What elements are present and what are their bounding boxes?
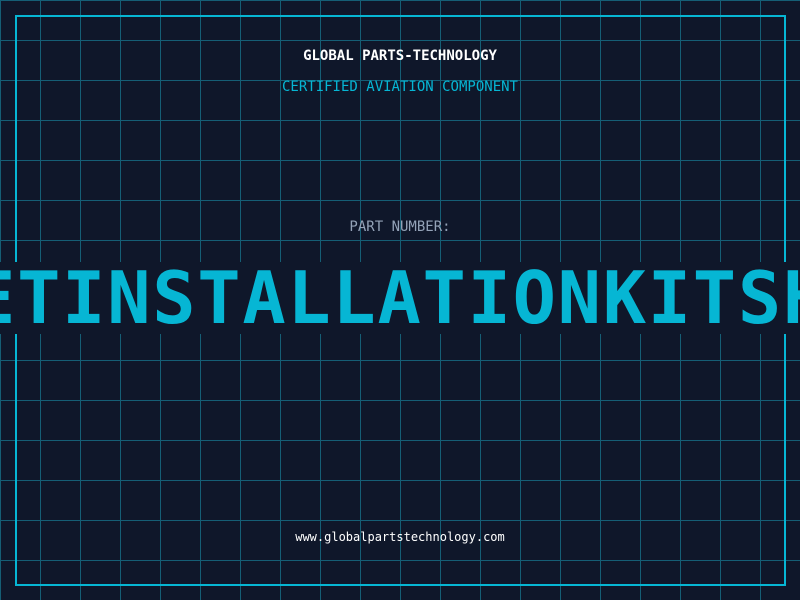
- part-number-band: ETINSTALLATIONKITSH: [0, 262, 800, 334]
- certification-subtitle: CERTIFIED AVIATION COMPONENT: [281, 79, 518, 95]
- website-url: www.globalpartstechnology.com: [295, 530, 505, 544]
- company-title: GLOBAL PARTS-TECHNOLOGY: [303, 48, 497, 64]
- part-number-value: ETINSTALLATIONKITSH: [0, 262, 800, 334]
- part-number-label: PART NUMBER:: [349, 219, 451, 235]
